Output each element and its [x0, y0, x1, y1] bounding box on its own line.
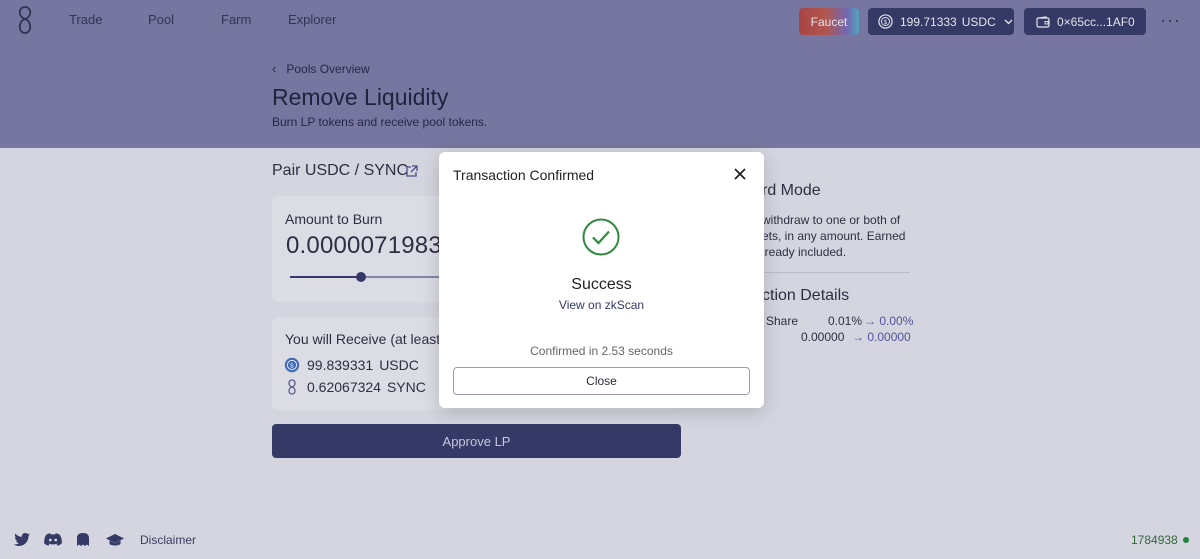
modal-close-button[interactable]: Close [453, 367, 750, 395]
modal-title: Transaction Confirmed [453, 167, 595, 183]
close-label: Close [586, 374, 617, 388]
view-on-zkscan-link[interactable]: View on zkScan [439, 298, 764, 312]
close-icon[interactable] [733, 167, 747, 181]
success-status: Success [571, 276, 632, 293]
confirmation-time: Confirmed in 2.53 seconds [530, 344, 673, 358]
transaction-confirmed-modal: Transaction Confirmed Success View on zk… [439, 152, 764, 408]
success-check-icon [582, 218, 620, 256]
